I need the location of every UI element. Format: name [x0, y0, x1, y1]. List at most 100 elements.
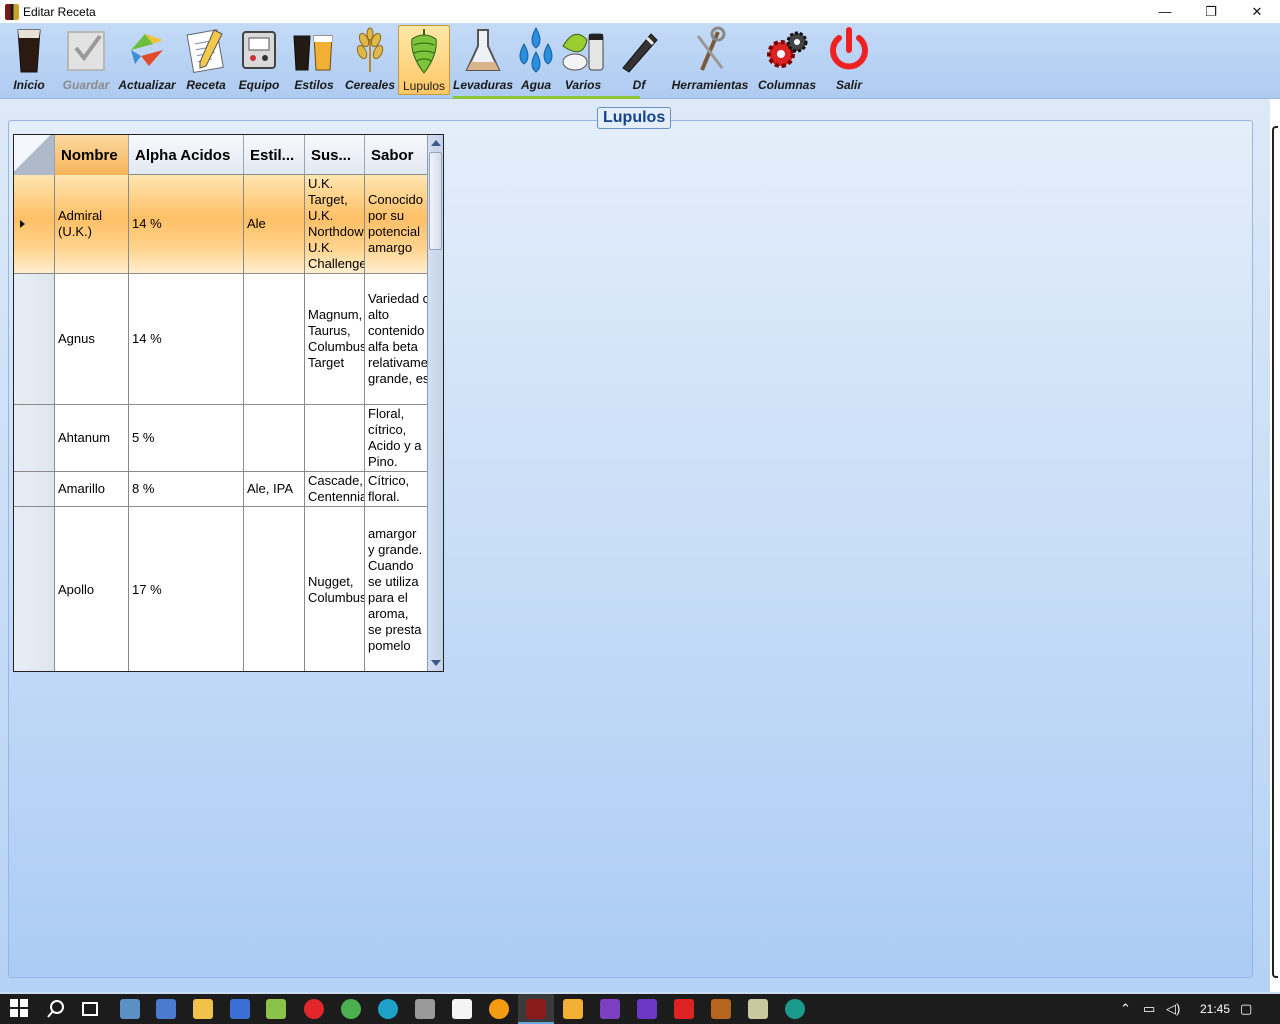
- taskbar-app-icon[interactable]: [230, 999, 250, 1019]
- clock-time[interactable]: 21:45: [1200, 1002, 1230, 1016]
- tray-chevron-up-icon[interactable]: ⌃: [1120, 1001, 1131, 1017]
- cell-alpha[interactable]: 14 %: [129, 175, 244, 273]
- file-explorer-icon[interactable]: [193, 999, 213, 1019]
- cell-alpha[interactable]: 14 %: [129, 274, 244, 404]
- cell-alpha[interactable]: 5 %: [129, 405, 244, 471]
- row-header[interactable]: [14, 472, 55, 506]
- windows-start-icon[interactable]: [10, 999, 30, 1019]
- beer-glasses-icon: [292, 26, 336, 74]
- scroll-up-arrow-icon[interactable]: [431, 140, 441, 146]
- network-icon[interactable]: ▭: [1143, 1001, 1155, 1017]
- taskbar-app-icon[interactable]: [748, 999, 768, 1019]
- toolbar-levaduras-button[interactable]: Levaduras: [453, 25, 513, 95]
- chrome-icon[interactable]: [341, 999, 361, 1019]
- select-all-corner[interactable]: [14, 135, 55, 175]
- cell-estilo[interactable]: Ale: [244, 175, 305, 273]
- cell-sustitutos[interactable]: [305, 405, 365, 471]
- taskbar-app-icon[interactable]: [120, 999, 140, 1019]
- toolbar-cereales-button[interactable]: Cereales: [344, 25, 396, 95]
- tools-icon: [688, 26, 732, 74]
- visual-studio-icon[interactable]: [637, 999, 657, 1019]
- notifications-icon[interactable]: ▢: [1240, 1001, 1252, 1017]
- restore-button[interactable]: ❐: [1188, 0, 1234, 23]
- cell-estilo[interactable]: [244, 507, 305, 671]
- taskbar-app-icon[interactable]: [489, 999, 509, 1019]
- grid-vertical-scrollbar[interactable]: [427, 135, 443, 671]
- toolbar-lupulos-button[interactable]: Lupulos: [398, 25, 450, 95]
- cell-nombre[interactable]: Admiral (U.K.): [55, 175, 129, 273]
- cell-sabor[interactable]: Floral, cítrico, Acido y a Pino.: [365, 405, 428, 471]
- visual-studio-icon[interactable]: [600, 999, 620, 1019]
- row-header[interactable]: [14, 175, 55, 273]
- taskbar-app-icon[interactable]: [415, 999, 435, 1019]
- taskbar-app-icon[interactable]: [156, 999, 176, 1019]
- edge-icon[interactable]: [378, 999, 398, 1019]
- cell-alpha[interactable]: 17 %: [129, 507, 244, 671]
- current-row-marker-icon: [20, 220, 25, 228]
- volume-icon[interactable]: ◁): [1166, 1001, 1180, 1017]
- column-header-sustitutos[interactable]: Sus...: [305, 135, 365, 175]
- toolbar-equipo-button[interactable]: Equipo: [236, 25, 282, 95]
- beer-app-taskbar-icon[interactable]: [526, 999, 546, 1019]
- cell-sustitutos[interactable]: Cascade, Centennial: [305, 472, 365, 506]
- close-button[interactable]: ✕: [1234, 0, 1280, 23]
- row-header[interactable]: [14, 507, 55, 671]
- column-header-estilo[interactable]: Estil...: [244, 135, 305, 175]
- column-header-alpha-acidos[interactable]: Alpha Acidos: [129, 135, 244, 175]
- column-header-nombre[interactable]: Nombre: [55, 135, 129, 175]
- row-header[interactable]: [14, 405, 55, 471]
- minimize-button[interactable]: —: [1142, 0, 1188, 23]
- document-icon[interactable]: [452, 999, 472, 1019]
- toolbar-columnas-button[interactable]: Columnas: [756, 25, 818, 95]
- cell-sabor[interactable]: Conocido por su potencial amargo: [365, 175, 428, 273]
- taskbar-app-icon[interactable]: [674, 999, 694, 1019]
- cell-sustitutos[interactable]: U.K. Target, U.K. Northdown, U.K. Challe…: [305, 175, 365, 273]
- cell-nombre[interactable]: Agnus: [55, 274, 129, 404]
- toolbar-df-button[interactable]: Df: [616, 25, 662, 95]
- toolbar-varios-button[interactable]: Varios: [560, 25, 606, 95]
- scroll-down-arrow-icon[interactable]: [431, 660, 441, 666]
- app-icon: [5, 3, 19, 20]
- cell-estilo[interactable]: [244, 274, 305, 404]
- toolbar-salir-button[interactable]: Salir: [826, 25, 872, 95]
- cell-estilo[interactable]: Ale, IPA: [244, 472, 305, 506]
- cell-sustitutos[interactable]: Nugget, Columbus: [305, 507, 365, 671]
- taskbar-app-icon[interactable]: [266, 999, 286, 1019]
- table-row[interactable]: Ahtanum 5 % Floral, cítrico, Acido y a P…: [14, 405, 428, 472]
- table-row[interactable]: Agnus 14 % Magnum, Taurus, Columbus, Tar…: [14, 274, 428, 405]
- title-bar: Editar Receta — ❐ ✕: [0, 0, 1280, 23]
- cell-alpha[interactable]: 8 %: [129, 472, 244, 506]
- cell-nombre[interactable]: Ahtanum: [55, 405, 129, 471]
- cell-nombre[interactable]: Amarillo: [55, 472, 129, 506]
- hop-cone-icon: [402, 27, 446, 75]
- row-header[interactable]: [14, 274, 55, 404]
- toolbar-inicio-button[interactable]: Inicio: [8, 25, 50, 95]
- table-row[interactable]: Admiral (U.K.) 14 % Ale U.K. Target, U.K…: [14, 175, 428, 274]
- cell-sabor[interactable]: amargor y grande. Cuando se utiliza para…: [365, 507, 428, 671]
- table-row[interactable]: Apollo 17 % Nugget, Columbus amargor y g…: [14, 507, 428, 671]
- arduino-icon[interactable]: [785, 999, 805, 1019]
- cell-nombre[interactable]: Apollo: [55, 507, 129, 671]
- toolbar-guardar-button[interactable]: Guardar: [60, 25, 112, 95]
- toolbar-actualizar-button[interactable]: Actualizar: [116, 25, 178, 95]
- flask-icon: [461, 26, 505, 74]
- toolbar-agua-button[interactable]: Agua: [516, 25, 556, 95]
- scrollbar-thumb[interactable]: [429, 152, 442, 250]
- column-header-sabor[interactable]: Sabor: [365, 135, 428, 175]
- cell-estilo[interactable]: [244, 405, 305, 471]
- refresh-arrows-icon: [125, 26, 169, 74]
- toolbar-estilos-button[interactable]: Estilos: [290, 25, 338, 95]
- search-icon[interactable]: [46, 999, 66, 1019]
- beer-glass-taskbar-icon[interactable]: [563, 999, 583, 1019]
- hops-grid[interactable]: Nombre Alpha Acidos Estil... Sus... Sabo…: [13, 134, 444, 672]
- task-view-icon[interactable]: [80, 999, 100, 1019]
- table-row[interactable]: Amarillo 8 % Ale, IPA Cascade, Centennia…: [14, 472, 428, 507]
- taskbar-app-icon[interactable]: [711, 999, 731, 1019]
- toolbar-receta-button[interactable]: Receta: [184, 25, 228, 95]
- main-toolbar: Inicio Guardar Actualizar Receta Equipo …: [0, 23, 1280, 99]
- cell-sabor[interactable]: Cítrico, floral.: [365, 472, 428, 506]
- toolbar-herramientas-button[interactable]: Herramientas: [670, 25, 750, 95]
- cell-sabor[interactable]: Variedad con alto contenido de alfa beta…: [365, 274, 428, 404]
- opera-icon[interactable]: [304, 999, 324, 1019]
- cell-sustitutos[interactable]: Magnum, Taurus, Columbus, Target: [305, 274, 365, 404]
